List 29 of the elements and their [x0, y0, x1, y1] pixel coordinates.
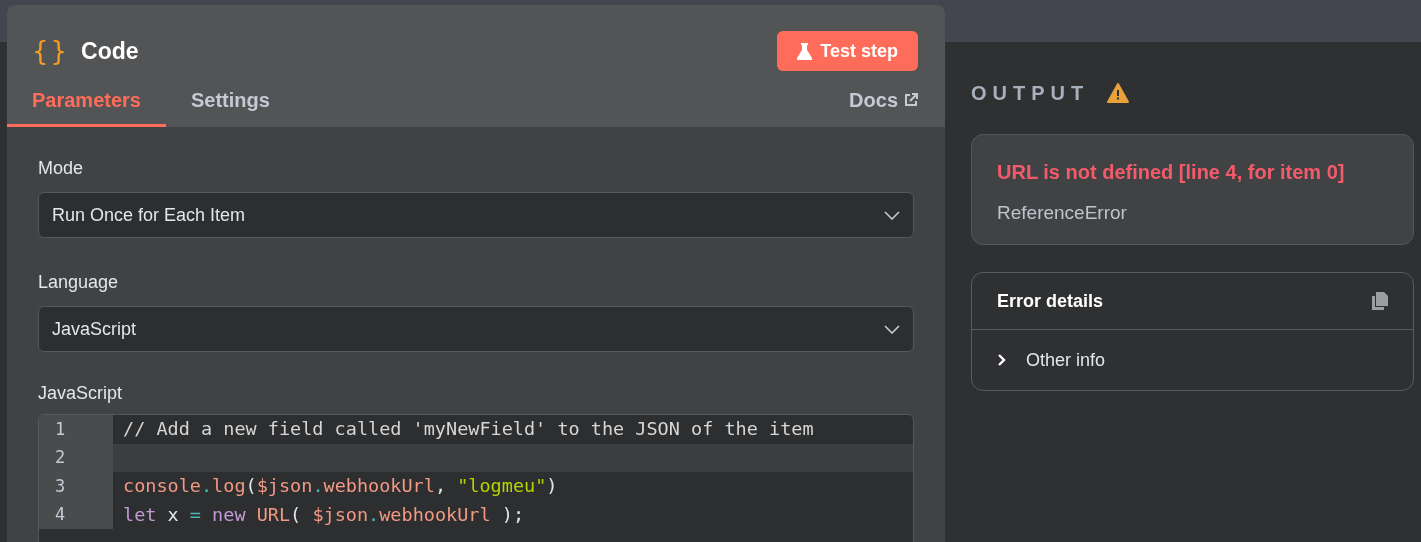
- select-field[interactable]: Run Once for Each Item: [38, 192, 914, 238]
- docs-link[interactable]: Docs: [849, 85, 920, 127]
- chevron-down-icon: [884, 324, 900, 334]
- code-editor[interactable]: 1 // Add a new field called 'myNewField' to the JSON of the item 2 3 console.log($json.webhookUrl, "logmeu") 4 let x = new URL( $json.webhookUrl );: [38, 414, 914, 542]
- external-link-icon: [904, 93, 918, 107]
- output-heading: OUTPUT: [971, 81, 1090, 106]
- error-type: ReferenceError: [997, 201, 1128, 225]
- field-label: JavaScript: [38, 382, 124, 405]
- warning-icon: [1107, 83, 1130, 103]
- chevron-down-icon: [884, 210, 900, 220]
- line-number: 2: [39, 443, 113, 472]
- line-number: 4: [39, 500, 113, 529]
- line-number: 3: [39, 472, 113, 501]
- code-line: // Add a new field called 'myNewField' to the JSON of the item: [122, 417, 814, 442]
- braces-icon: {}: [32, 38, 70, 64]
- tab[interactable]: Settings: [165, 85, 295, 127]
- node-title: Code: [81, 36, 139, 66]
- chevron-right-icon: [997, 354, 1006, 366]
- code-line: let x = new URL( $json.webhookUrl );: [122, 502, 525, 527]
- flask-icon: [797, 42, 813, 60]
- field-label: Mode: [38, 157, 85, 180]
- line-number: 1: [39, 415, 113, 444]
- select-field[interactable]: JavaScript: [38, 306, 914, 352]
- details-section-toggle[interactable]: Other info: [972, 330, 1131, 390]
- code-line: console.log($json.webhookUrl, "logmeu"): [122, 474, 558, 499]
- copy-icon[interactable]: [1372, 292, 1388, 310]
- field-label: Language: [38, 271, 120, 294]
- details-title: Error details: [997, 289, 1104, 313]
- error-message: URL is not defined [line 4, for item 0]: [997, 160, 1346, 185]
